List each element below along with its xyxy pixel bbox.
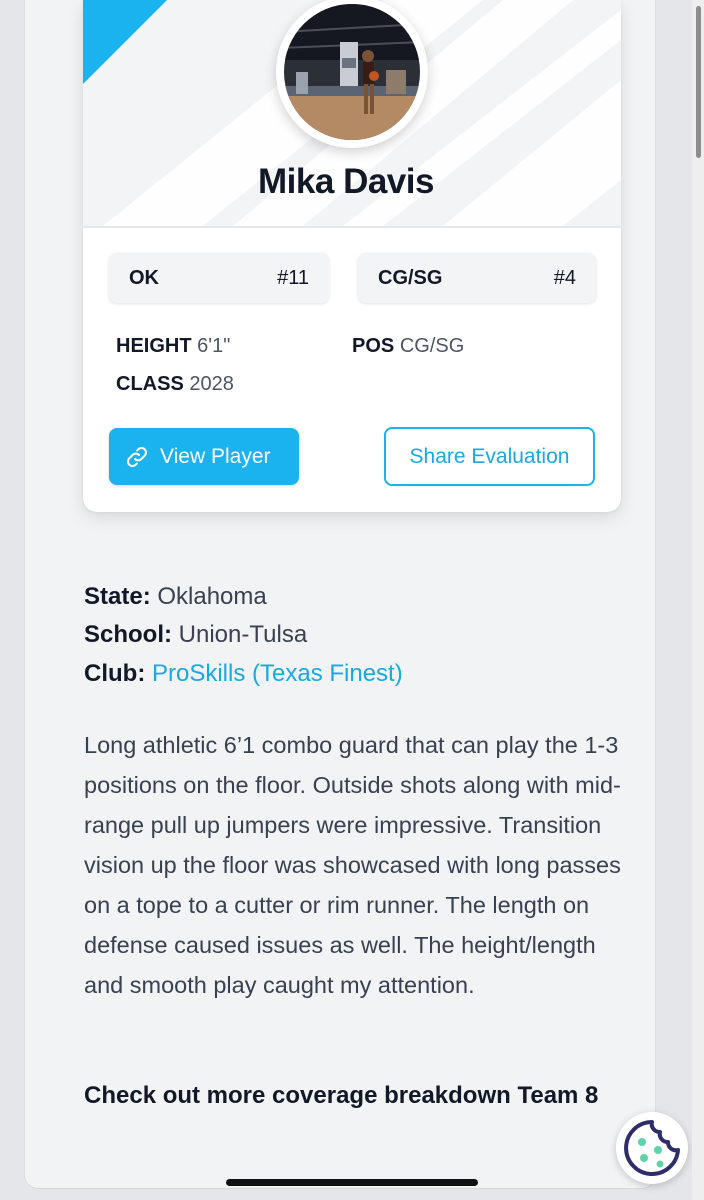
height-label: HEIGHT bbox=[116, 335, 192, 357]
scrollbar-thumb[interactable] bbox=[696, 6, 701, 158]
view-player-label: View Player bbox=[160, 444, 271, 468]
player-avatar[interactable] bbox=[276, 0, 428, 148]
pos-label: POS bbox=[352, 335, 395, 357]
class-stat: CLASS 2028 bbox=[116, 373, 234, 396]
link-icon bbox=[126, 446, 148, 467]
position-rank: #4 bbox=[553, 266, 576, 289]
scrollbar[interactable] bbox=[692, 0, 704, 1200]
state-value: Oklahoma bbox=[157, 583, 267, 610]
team-state-label: OK bbox=[129, 266, 159, 289]
pos-value: CG/SG bbox=[399, 335, 465, 357]
class-value: 2028 bbox=[189, 373, 234, 395]
player-name: Mika Davis bbox=[258, 162, 434, 201]
position-stat: POS CG/SG bbox=[352, 335, 464, 358]
view-player-button[interactable]: View Player bbox=[109, 428, 299, 485]
cookie-settings-button[interactable] bbox=[616, 1112, 688, 1184]
club-link[interactable]: ProSkills (Texas Finest) bbox=[152, 660, 403, 687]
share-evaluation-button[interactable]: Share Evaluation bbox=[384, 427, 595, 486]
team-number-badge: OK #11 bbox=[109, 253, 329, 303]
player-card: Mika Davis OK #11 CG/SG #4 HEIGHT 6'1" P… bbox=[83, 0, 621, 512]
school-line: School: Union-Tulsa bbox=[84, 621, 307, 649]
evaluation-text: Long athletic 6’1 combo guard that can p… bbox=[84, 732, 621, 998]
player-photo bbox=[284, 4, 420, 140]
state-line: State: Oklahoma bbox=[84, 583, 267, 611]
state-label: State: bbox=[84, 583, 151, 610]
height-value: 6'1" bbox=[197, 335, 231, 357]
school-label: School: bbox=[84, 621, 172, 648]
home-indicator bbox=[226, 1179, 478, 1186]
share-evaluation-label: Share Evaluation bbox=[409, 444, 570, 468]
club-label: Club: bbox=[84, 660, 146, 687]
club-line: Club: ProSkills (Texas Finest) bbox=[84, 660, 403, 688]
team-jersey-number: #11 bbox=[277, 266, 309, 289]
position-label: CG/SG bbox=[378, 266, 443, 289]
class-label: CLASS bbox=[116, 373, 184, 395]
height-stat: HEIGHT 6'1" bbox=[116, 335, 230, 358]
school-value: Union-Tulsa bbox=[178, 621, 308, 648]
cookie-icon bbox=[624, 1120, 680, 1176]
coverage-heading: Check out more coverage breakdown Team 8 bbox=[84, 1082, 599, 1109]
card-header: Mika Davis bbox=[83, 0, 621, 228]
position-rank-badge: CG/SG #4 bbox=[358, 253, 596, 303]
